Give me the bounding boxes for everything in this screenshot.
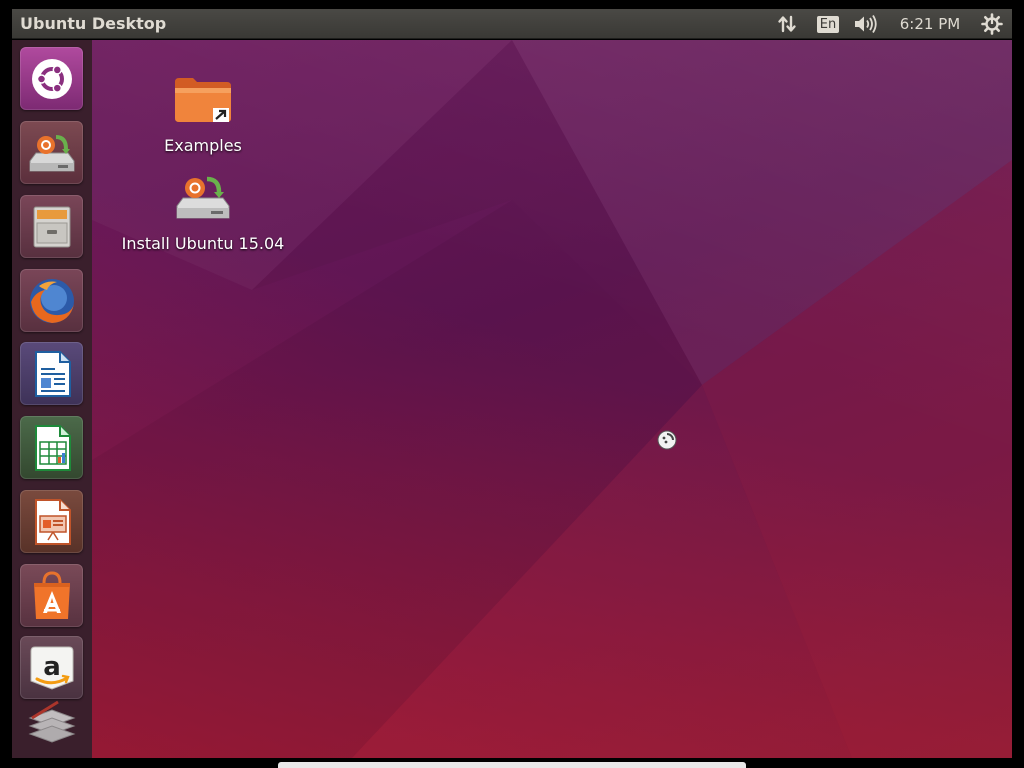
network-indicator[interactable] [772, 9, 802, 39]
folder-link-icon [175, 78, 231, 122]
desktop-icon-label: Install Ubuntu 15.04 [121, 234, 285, 253]
launcher-item-software-center[interactable] [20, 564, 83, 627]
file-cabinet-icon [33, 206, 70, 247]
launcher-item-files[interactable] [20, 195, 83, 258]
launcher-item-writer[interactable] [20, 342, 83, 405]
top-panel: Ubuntu Desktop En 6:21 PM [12, 9, 1012, 39]
busy-cursor-icon [657, 430, 677, 450]
desktop-icon-install-ubuntu[interactable]: Install Ubuntu 15.04 [108, 170, 298, 253]
launcher-item-install-ubuntu[interactable] [20, 121, 83, 184]
launcher: a [12, 40, 93, 758]
settings-icon [28, 700, 75, 743]
busy-cursor [657, 430, 677, 454]
launcher-item-impress[interactable] [20, 490, 83, 553]
svg-text:a: a [43, 652, 61, 682]
launcher-item-dash[interactable] [20, 47, 83, 110]
installer-icon [176, 176, 230, 219]
keyboard-language-indicator[interactable]: En [814, 9, 842, 39]
bottom-edge-bar [278, 762, 746, 768]
sound-indicator[interactable] [850, 9, 882, 39]
writer-icon [34, 350, 71, 397]
sound-icon [855, 15, 877, 33]
ubuntu-logo-icon [31, 58, 72, 99]
installer-icon [29, 134, 74, 171]
window-title: Ubuntu Desktop [20, 14, 167, 33]
amazon-icon: a [30, 646, 73, 690]
clock-indicator[interactable]: 6:21 PM [892, 9, 968, 39]
power-gear-icon [981, 13, 1003, 35]
impress-icon [34, 498, 71, 545]
firefox-icon [29, 278, 74, 323]
launcher-item-calc[interactable] [20, 416, 83, 479]
launcher-item-system-settings[interactable] [20, 690, 83, 753]
launcher-item-firefox[interactable] [20, 269, 83, 332]
desktop[interactable]: Examples Install Ubuntu 15.04 [92, 40, 1012, 758]
desktop-icon-label: Examples [164, 136, 242, 155]
session-indicator[interactable] [978, 9, 1006, 39]
screen: Ubuntu Desktop En 6:21 PM a Examples Ins… [0, 0, 1024, 768]
clock-text: 6:21 PM [899, 15, 961, 33]
network-arrows-icon [778, 15, 796, 33]
software-center-icon [33, 570, 70, 619]
language-label: En [816, 15, 840, 33]
calc-icon [34, 424, 71, 471]
desktop-icon-examples[interactable]: Examples [108, 74, 298, 155]
